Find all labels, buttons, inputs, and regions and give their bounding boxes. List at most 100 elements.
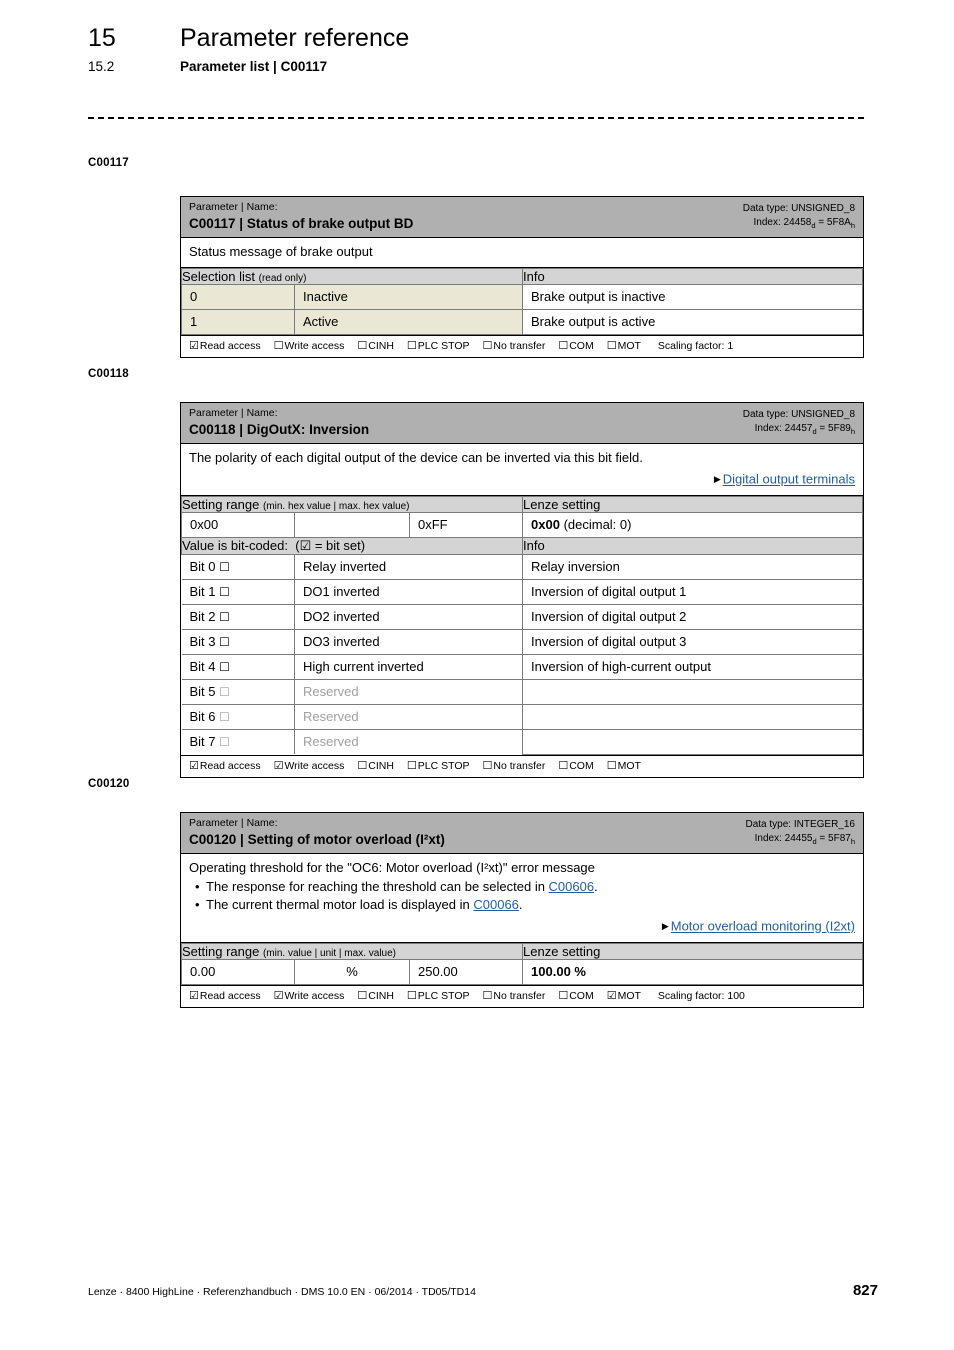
checkbox-icon: ☐: [482, 988, 493, 1002]
checkbox-icon: ☐: [219, 634, 230, 649]
checkbox-icon: ☑: [273, 759, 284, 772]
parameter-link[interactable]: C00606: [549, 879, 595, 894]
bullet-text-end: .: [594, 879, 598, 894]
table-row: 1 Active Brake output is active: [181, 309, 863, 335]
bitcoded-header-text: Value is bit-coded:: [182, 537, 288, 553]
index-hex-subscript: h: [850, 837, 855, 846]
chapter-title: Parameter reference: [180, 24, 410, 52]
selection-list-table: Selection list (read only) Info 0 Inacti…: [180, 268, 863, 335]
index-hex-value: = 5F87: [816, 833, 851, 844]
access-rights-bar: ☑Read access ☑Write access ☐CINH ☐PLC STOP ☐…: [181, 984, 863, 1007]
range-min-value: 0x00: [181, 511, 295, 538]
access-read: ☑Read access: [189, 339, 261, 352]
parameter-name-label: Parameter | Name:: [189, 817, 278, 829]
table-row: 0.00 % 250.00 100.00 %: [181, 958, 863, 985]
description-text: The polarity of each digital output of t…: [189, 450, 643, 465]
list-item: The current thermal motor load is displa…: [195, 896, 855, 914]
access-no-transfer: ☐No transfer: [482, 339, 546, 352]
checkbox-icon: ☑: [189, 988, 199, 1002]
access-plc-stop: ☐PLC STOP: [407, 339, 470, 352]
index-hex-value: = 5F89: [816, 423, 851, 434]
access-read-label: Read access: [199, 760, 261, 772]
parameter-name-label: Parameter | Name:: [189, 407, 278, 419]
chapter-heading-row: 15 Parameter reference: [88, 24, 878, 53]
bit-number: Bit 2: [189, 608, 216, 624]
bit-number: Bit 4: [189, 658, 216, 674]
parameter-data-type: Data type: INTEGER_16: [745, 819, 856, 830]
see-also-row: ▶ Motor overload monitoring (I2xt): [189, 917, 855, 936]
checkbox-icon: ☑: [606, 988, 617, 1002]
index-prefix: Index: 24458: [753, 217, 812, 228]
bit-number: Bit 6: [189, 708, 216, 724]
setting-range-header: Setting range (min. hex value | max. hex…: [180, 495, 524, 513]
checkbox-icon: ☐: [273, 339, 284, 352]
see-also-link[interactable]: Motor overload monitoring (I2xt): [671, 919, 855, 934]
access-mot-label: MOT: [617, 340, 641, 352]
parameter-block-c00120: Parameter | Name: C00120 | Setting of mo…: [180, 812, 864, 1008]
triangle-right-icon: ▶: [661, 921, 669, 931]
checkbox-icon: ☐: [558, 339, 569, 352]
checkbox-icon: ☐: [357, 988, 368, 1002]
bit-subrow: Bit 4 ☐ High current inverted: [181, 654, 523, 680]
table-row: Bit 1 ☐ DO1 inverted Inversion of digita…: [181, 579, 863, 605]
range-max-value: 250.00: [408, 958, 524, 985]
bit-label: Bit 5 ☐: [181, 679, 295, 705]
info-header: Info: [522, 536, 863, 555]
bullet-text: The current thermal motor load is displa…: [206, 897, 474, 912]
setting-range-header-note: (min. hex value | max. hex value): [262, 500, 410, 512]
table-header-row: Setting range (min. hex value | max. hex…: [180, 495, 863, 513]
table-row: Bit 5 ☐ Reserved: [181, 679, 863, 705]
bit-number: Bit 5: [189, 683, 216, 699]
checkbox-icon: ☐: [406, 988, 417, 1002]
setting-range-table: Setting range (min. value | unit | max. …: [180, 942, 863, 985]
access-com-label: COM: [569, 989, 594, 1002]
access-no-transfer: ☐No transfer: [483, 759, 546, 772]
table-row: Bit 7 ☐ Reserved: [181, 729, 863, 755]
lenze-setting-bold: 100.00 %: [531, 963, 586, 979]
selection-list-header-text: Selection list: [182, 269, 255, 284]
bitcoded-header: Value is bit-coded: (☑ = bit set): [180, 536, 524, 555]
access-write-label: Write access: [284, 989, 345, 1002]
access-read-label: Read access: [199, 340, 261, 352]
parameter-title: C00118 | DigOutX: Inversion: [189, 422, 370, 437]
checkbox-icon: ☐: [219, 709, 230, 724]
see-also-link[interactable]: Digital output terminals: [723, 472, 855, 487]
bit-label: Bit 0 ☐: [181, 554, 295, 580]
description-bullet-list: The response for reaching the threshold …: [189, 878, 855, 914]
range-max-value: 0xFF: [408, 511, 524, 538]
bit-name: Reserved: [294, 679, 523, 705]
access-cinh-label: CINH: [368, 340, 394, 352]
bit-name: Reserved: [294, 730, 523, 754]
selection-list-header: Selection list (read only): [180, 268, 524, 285]
table-header-row: Value is bit-coded: (☑ = bit set) Info: [180, 536, 863, 555]
access-cinh: ☐CINH: [357, 759, 394, 772]
checkbox-icon: ☐: [606, 339, 617, 352]
checkbox-icon: ☐: [482, 339, 493, 352]
parameter-link[interactable]: C00066: [473, 897, 519, 912]
range-unit: %: [294, 958, 410, 985]
bit-info: Inversion of high-current output: [522, 654, 863, 680]
lenze-setting-note: (decimal: 0): [563, 516, 632, 532]
bit-label: Bit 1 ☐: [181, 579, 295, 605]
lenze-setting-bold: 0x00: [531, 516, 560, 532]
access-read: ☑Read access: [189, 988, 261, 1002]
page-footer: Lenze · 8400 HighLine · Referenzhandbuch…: [88, 1282, 878, 1299]
checkbox-icon: ☐: [357, 759, 368, 772]
bit-info: Inversion of digital output 3: [522, 629, 863, 655]
setting-range-table: Setting range (min. hex value | max. hex…: [180, 495, 863, 755]
access-com: ☐COM: [558, 989, 594, 1002]
access-plc-stop-label: PLC STOP: [417, 340, 470, 352]
table-row: Bit 3 ☐ DO3 inverted Inversion of digita…: [181, 629, 863, 655]
section-heading-row: 15.2 Parameter list | C00117: [88, 59, 878, 74]
parameter-description: The polarity of each digital output of t…: [181, 444, 863, 496]
selection-list-header-note: (read only): [258, 273, 307, 284]
bitcoded-header-note: (☑ = bit set): [295, 537, 366, 553]
bit-label: Bit 4 ☐: [181, 654, 295, 680]
access-no-transfer-label: No transfer: [493, 340, 546, 352]
checkbox-icon: ☐: [606, 759, 617, 772]
access-mot: ☐MOT: [606, 759, 641, 772]
bit-name: Relay inverted: [294, 554, 523, 580]
parameter-title-bar: Parameter | Name: C00117 | Status of bra…: [181, 197, 863, 238]
checkbox-icon: ☐: [219, 684, 230, 699]
lenze-setting-value: 0x00 (decimal: 0): [522, 511, 863, 538]
